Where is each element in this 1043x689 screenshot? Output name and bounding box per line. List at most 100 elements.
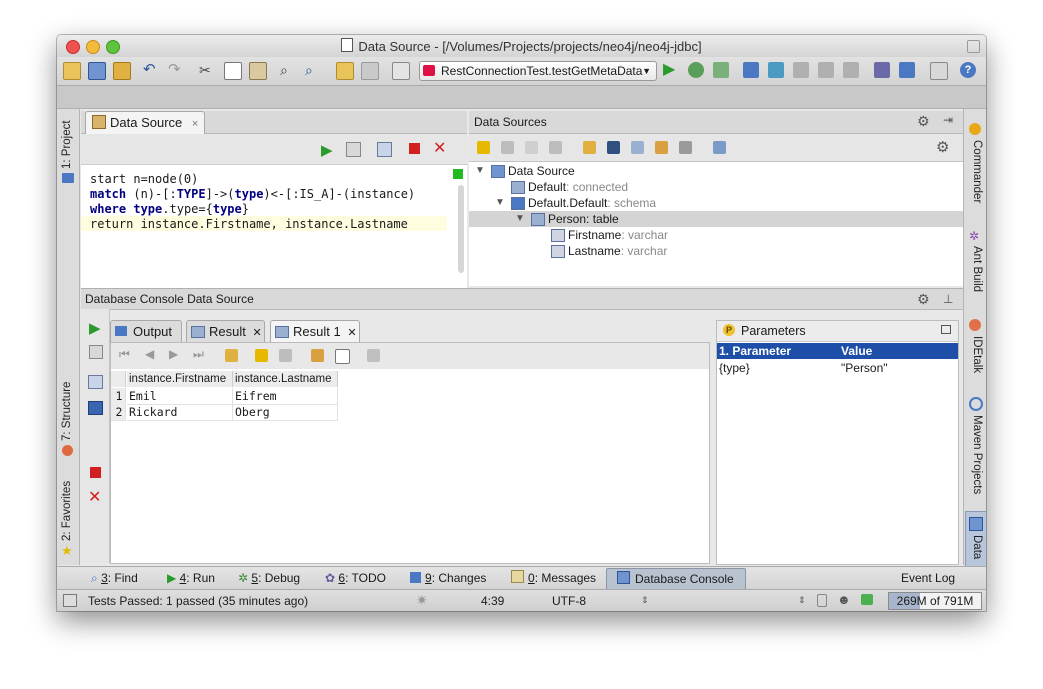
help-icon[interactable]: ? <box>960 62 976 78</box>
tool-window-idetalk[interactable]: IDEtalk <box>971 336 983 373</box>
close-tab-icon[interactable]: × <box>192 118 198 130</box>
gear-icon[interactable]: ⚙ <box>917 113 930 130</box>
column-header-lastname[interactable]: instance.Lastname <box>233 371 338 387</box>
sync-icon[interactable] <box>113 62 131 80</box>
tool-database-console[interactable]: Database Console <box>606 568 746 590</box>
gear-icon[interactable]: ⚙ <box>917 289 930 309</box>
tool-window-ant-build[interactable]: Ant Build <box>971 246 983 292</box>
explain-plan-icon[interactable] <box>89 345 103 359</box>
tool-window-favorites[interactable]: 2: Favorites <box>61 481 73 541</box>
refresh-icon[interactable] <box>583 141 596 154</box>
tool-window-commander[interactable]: Commander <box>971 140 983 203</box>
tab-output[interactable]: Output <box>110 320 182 342</box>
hide-panel-icon[interactable]: ⇥ <box>943 113 953 127</box>
tree-node[interactable]: Lastname: varchar <box>469 243 963 259</box>
code-line[interactable]: return instance.Firstname, instance.Last… <box>90 217 415 232</box>
code-line[interactable]: where type.type={type} <box>90 202 415 217</box>
toggle-tool-windows-icon[interactable] <box>63 594 77 607</box>
parameter-name-cell[interactable]: {type} <box>717 360 839 376</box>
run-icon[interactable]: ▶ <box>663 62 679 78</box>
value-column-header[interactable]: Value <box>839 343 958 359</box>
next-page-icon[interactable]: ▶ <box>169 347 178 361</box>
build-icon[interactable] <box>392 62 410 80</box>
status-message[interactable]: Tests Passed: 1 passed (35 minutes ago) <box>88 593 308 609</box>
forward-icon[interactable] <box>361 62 379 80</box>
copy-icon[interactable] <box>224 62 242 80</box>
explain-plan-icon[interactable] <box>346 142 361 157</box>
expand-arrow-icon[interactable]: ▼ <box>475 163 485 179</box>
editor-scrollbar[interactable] <box>458 185 464 273</box>
first-page-icon[interactable]: ⏮ <box>119 347 130 362</box>
tree-node[interactable]: ▼ Data Source <box>469 163 963 179</box>
expand-arrow-icon[interactable]: ▼ <box>515 211 525 227</box>
close-console-icon[interactable]: ✕ <box>433 138 446 158</box>
add-row-icon[interactable] <box>255 349 268 362</box>
restore-icon[interactable] <box>941 325 951 334</box>
execute-icon[interactable]: ▶ <box>321 141 333 159</box>
tool-run[interactable]: ▶ 4: Run <box>167 570 215 586</box>
tree-node[interactable]: Default: connected <box>469 179 963 195</box>
vcs-revert-icon[interactable] <box>843 62 859 78</box>
coverage-icon[interactable] <box>713 62 729 78</box>
reload-icon[interactable] <box>225 349 238 362</box>
tool-find[interactable]: ⌕ 3: Find <box>91 570 138 586</box>
parameter-value-cell[interactable]: "Person" <box>839 360 958 376</box>
open-folder-icon[interactable] <box>63 62 81 80</box>
redo-icon[interactable]: ↷ <box>168 62 184 78</box>
undo-icon[interactable]: ↶ <box>143 62 159 78</box>
vcs-compare-icon[interactable] <box>793 62 809 78</box>
tool-messages[interactable]: 0: Messages <box>511 570 596 586</box>
tab-data-source[interactable]: Data Source × <box>85 111 206 134</box>
tool-window-project[interactable]: 1: Project <box>61 120 73 169</box>
cell-lastname[interactable]: Oberg <box>233 404 338 421</box>
diagram-icon[interactable] <box>679 141 692 154</box>
minimize-panel-icon[interactable]: ⊥ <box>943 289 953 309</box>
tool-todo[interactable]: ✿ 6: TODO <box>325 570 386 586</box>
tool-window-maven[interactable]: Maven Projects <box>971 415 983 494</box>
delete-row-icon[interactable] <box>279 349 292 362</box>
expand-arrow-icon[interactable]: ▼ <box>495 195 505 211</box>
debug-icon[interactable] <box>688 62 704 78</box>
vcs-history-icon[interactable] <box>818 62 834 78</box>
add-icon[interactable] <box>477 141 490 154</box>
tool-changes[interactable]: 9: Changes <box>410 570 486 586</box>
parameter-column-header[interactable]: 1. Parameter <box>717 343 839 359</box>
query-editor[interactable]: start n=node(0) match (n)-[:TYPE]->(type)… <box>81 164 467 288</box>
project-structure-icon[interactable] <box>899 62 915 78</box>
submit-icon[interactable] <box>367 349 380 362</box>
tool-window-data[interactable]: Data <box>971 535 983 559</box>
console-icon[interactable] <box>607 141 620 154</box>
event-log-bubble-icon[interactable] <box>861 594 873 605</box>
code-line[interactable]: start n=node(0) <box>90 172 415 187</box>
parameters-icon[interactable] <box>377 142 392 157</box>
tab-result-1[interactable]: Result 1 ✕ <box>270 320 360 342</box>
column-header-firstname[interactable]: instance.Firstname <box>127 371 233 387</box>
file-encoding[interactable]: UTF-8 <box>552 593 586 609</box>
parameters-icon[interactable] <box>88 375 103 389</box>
stop-icon[interactable] <box>409 143 420 154</box>
table-editor-icon[interactable] <box>631 141 644 154</box>
settings-icon[interactable] <box>874 62 890 78</box>
replace-icon[interactable]: ⌕ <box>305 62 321 78</box>
vcs-update-icon[interactable] <box>743 62 759 78</box>
sql-icon[interactable] <box>311 349 324 362</box>
line-separator-chevron-icon[interactable]: ⇕ <box>798 595 806 606</box>
caret-position[interactable]: 4:39 <box>481 593 504 609</box>
memory-indicator[interactable]: 269M of 791M <box>888 592 982 610</box>
settings-gear-icon[interactable]: ⚙ <box>936 138 949 156</box>
tool-debug[interactable]: ✲ 5: Debug <box>238 570 300 586</box>
cell-lastname[interactable]: Eifrem <box>233 388 338 405</box>
close-tab-icon[interactable]: ✕ <box>347 327 356 339</box>
tool-window-structure[interactable]: 7: Structure <box>61 382 73 441</box>
fullscreen-icon[interactable] <box>967 40 980 53</box>
close-console-icon[interactable]: ✕ <box>88 487 101 507</box>
tab-result[interactable]: Result ✕ <box>186 320 265 342</box>
execute-icon[interactable]: ▶ <box>89 319 101 337</box>
back-icon[interactable] <box>336 62 354 80</box>
lock-icon[interactable] <box>817 594 827 607</box>
remove-icon[interactable] <box>501 141 514 154</box>
previous-page-icon[interactable]: ◀ <box>145 347 154 361</box>
code-line[interactable]: match (n)-[:TYPE]->(type)<-[:IS_A]-(inst… <box>90 187 415 202</box>
paste-icon[interactable] <box>249 62 267 80</box>
inspector-icon[interactable]: ☻ <box>837 592 851 607</box>
